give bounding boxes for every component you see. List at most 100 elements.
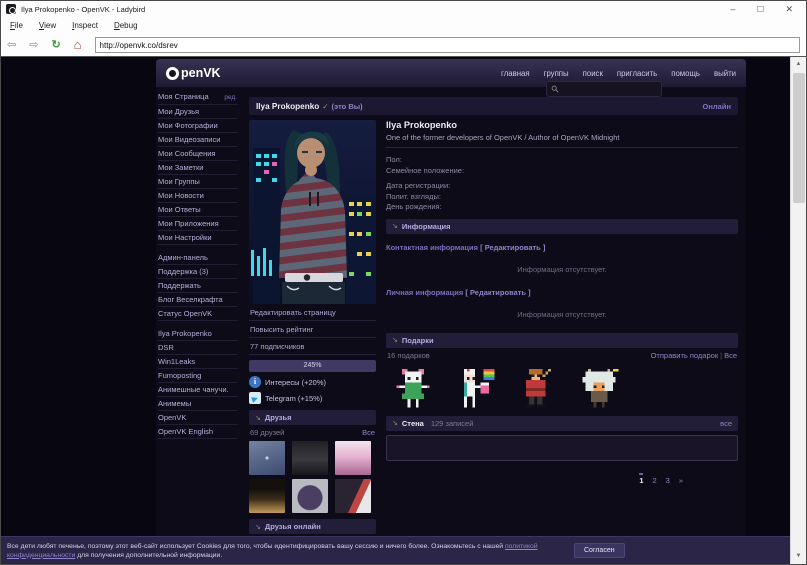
- back-icon[interactable]: [7, 35, 16, 55]
- edit-page-link[interactable]: Редактировать страницу: [249, 304, 376, 321]
- sidebar-item-support[interactable]: Поддержка (3): [158, 265, 237, 279]
- close-icon[interactable]: [785, 1, 793, 18]
- profile-photo[interactable]: [249, 120, 376, 304]
- wall-all-link[interactable]: все: [720, 419, 732, 428]
- personal-info-empty: Информация отсутствует.: [386, 310, 738, 319]
- sidebar-item-ilya[interactable]: Ilya Prokopenko: [158, 327, 237, 341]
- friend-avatar[interactable]: [292, 479, 328, 513]
- cookie-accept-button[interactable]: Согласен: [574, 543, 625, 558]
- nav-home-link[interactable]: главная: [501, 69, 530, 78]
- home-icon[interactable]: [74, 35, 82, 56]
- sidebar-item-blog[interactable]: Блог Веселкрафта: [158, 293, 237, 307]
- friend-avatar[interactable]: [335, 479, 371, 513]
- wall-post-input[interactable]: [386, 435, 738, 461]
- send-gift-link[interactable]: Отправить подарок: [651, 351, 719, 360]
- nav-logout-link[interactable]: выйти: [714, 69, 736, 78]
- search-bar[interactable]: [546, 81, 662, 97]
- sidebar-item-admin-panel[interactable]: Админ-панель: [158, 251, 237, 265]
- sidebar-item-my-page[interactable]: Моя Страницаред.: [158, 90, 237, 105]
- gifts-header[interactable]: Подарки: [386, 333, 738, 348]
- collapse-icon: [392, 222, 398, 230]
- nav-search-link[interactable]: поиск: [583, 69, 603, 78]
- menu-debug[interactable]: Debug: [114, 21, 138, 30]
- contact-info-title: Контактная информация [ Редактировать ]: [386, 243, 738, 252]
- maximize-icon[interactable]: [757, 1, 763, 18]
- sidebar-item-my-photos[interactable]: Мои Фотографии: [158, 119, 237, 133]
- sidebar: Моя Страницаред. Мои Друзья Мои Фотограф…: [156, 87, 241, 556]
- gift-image[interactable]: [576, 366, 622, 410]
- gift-image[interactable]: [514, 366, 560, 410]
- sidebar-group-service: Админ-панель Поддержка (3) Поддержать Бл…: [158, 251, 237, 321]
- page-1[interactable]: 1: [639, 473, 643, 485]
- collapse-icon: [392, 419, 398, 427]
- personal-info-title: Личная информация [ Редактировать ]: [386, 288, 738, 297]
- contact-info-empty: Информация отсутствует.: [386, 265, 738, 274]
- profile-status[interactable]: One of the former developers of OpenVK /…: [386, 133, 738, 148]
- profile-right-column: Ilya Prokopenko One of the former develo…: [386, 120, 738, 556]
- openvk-logo[interactable]: penVK: [166, 66, 221, 80]
- scroll-down-icon[interactable]: ▼: [791, 549, 806, 564]
- field-birthday: День рождения:: [386, 202, 738, 213]
- menu-inspect[interactable]: Inspect: [72, 21, 98, 30]
- sidebar-edit-link[interactable]: ред.: [224, 93, 237, 102]
- page-2[interactable]: 2: [652, 473, 656, 485]
- nav-help-link[interactable]: помощь: [671, 69, 700, 78]
- gifts-all-link[interactable]: Все: [724, 351, 737, 360]
- page-next[interactable]: »: [679, 473, 683, 485]
- sidebar-item-my-messages[interactable]: Мои Сообщения: [158, 147, 237, 161]
- nav-invite-link[interactable]: пригласить: [617, 69, 657, 78]
- scrollbar[interactable]: ▲ ▼: [790, 57, 806, 564]
- forward-icon[interactable]: [29, 35, 38, 55]
- sidebar-item-fumoposting[interactable]: Fumoposting: [158, 369, 237, 383]
- openvk-logo-text: penVK: [181, 66, 221, 80]
- friend-avatar[interactable]: [249, 441, 285, 475]
- friends-all-link[interactable]: Все: [362, 428, 375, 437]
- menu-file[interactable]: File: [10, 21, 23, 30]
- contact-info-edit-link[interactable]: [ Редактировать ]: [480, 243, 545, 252]
- sidebar-item-my-apps[interactable]: Мои Приложения: [158, 217, 237, 231]
- gift-image[interactable]: [452, 366, 498, 410]
- sidebar-item-animemes[interactable]: Анимемы: [158, 397, 237, 411]
- personal-info-edit-link[interactable]: [ Редактировать ]: [465, 288, 530, 297]
- url-bar[interactable]: [95, 37, 800, 53]
- sidebar-item-anime-chan[interactable]: Анимешные чанучи.: [158, 383, 237, 397]
- sidebar-item-dsr[interactable]: DSR: [158, 341, 237, 355]
- field-political-views: Полит. взгляды:: [386, 192, 738, 203]
- friend-avatar[interactable]: [335, 441, 371, 475]
- titlebar[interactable]: Ilya Prokopenko - OpenVK - Ladybird: [1, 1, 806, 17]
- friends-count: 69 друзей: [250, 428, 284, 437]
- profile-fields-group1: Пол: Семейное положение:: [386, 155, 738, 176]
- sidebar-item-my-settings[interactable]: Мои Настройки: [158, 231, 237, 245]
- subscribers-link[interactable]: 77 подписчиков: [249, 338, 376, 355]
- sidebar-item-openvk[interactable]: OpenVK: [158, 411, 237, 425]
- information-header[interactable]: Информация: [386, 219, 738, 234]
- friend-avatar[interactable]: [249, 479, 285, 513]
- refresh-icon[interactable]: [51, 35, 60, 55]
- sidebar-item-my-friends[interactable]: Мои Друзья: [158, 105, 237, 119]
- sidebar-item-my-news[interactable]: Мои Новости: [158, 189, 237, 203]
- sidebar-item-status[interactable]: Статус OpenVK: [158, 307, 237, 321]
- telegram-boost[interactable]: Telegram (+15%): [249, 392, 376, 404]
- friends-online-header[interactable]: Друзья онлайн: [249, 519, 376, 534]
- wall-header[interactable]: Стена 129 записей все: [386, 416, 738, 431]
- scroll-up-icon[interactable]: ▲: [791, 57, 806, 72]
- menu-view[interactable]: View: [39, 21, 56, 30]
- gifts-count: 16 подарков: [387, 351, 430, 360]
- sidebar-item-my-notes[interactable]: Мои Заметки: [158, 161, 237, 175]
- page-3[interactable]: 3: [666, 473, 670, 485]
- interests-boost[interactable]: Интересы (+20%): [249, 376, 376, 388]
- sidebar-item-openvk-english[interactable]: OpenVK English: [158, 425, 237, 439]
- sidebar-item-my-videos[interactable]: Мои Видеозаписи: [158, 133, 237, 147]
- gift-image[interactable]: [390, 366, 436, 410]
- sidebar-item-my-answers[interactable]: Мои Ответы: [158, 203, 237, 217]
- nav-groups-link[interactable]: группы: [544, 69, 569, 78]
- friend-avatar[interactable]: [292, 441, 328, 475]
- sidebar-item-my-groups[interactable]: Мои Группы: [158, 175, 237, 189]
- sidebar-item-donate[interactable]: Поддержать: [158, 279, 237, 293]
- minimize-icon[interactable]: [730, 1, 735, 18]
- sidebar-item-win1leaks[interactable]: Win1Leaks: [158, 355, 237, 369]
- scrollbar-thumb[interactable]: [793, 73, 805, 203]
- boost-rating-link[interactable]: Повысить рейтинг: [249, 321, 376, 338]
- rating-bar: 245%: [249, 360, 376, 372]
- friends-header[interactable]: Друзья: [249, 410, 376, 425]
